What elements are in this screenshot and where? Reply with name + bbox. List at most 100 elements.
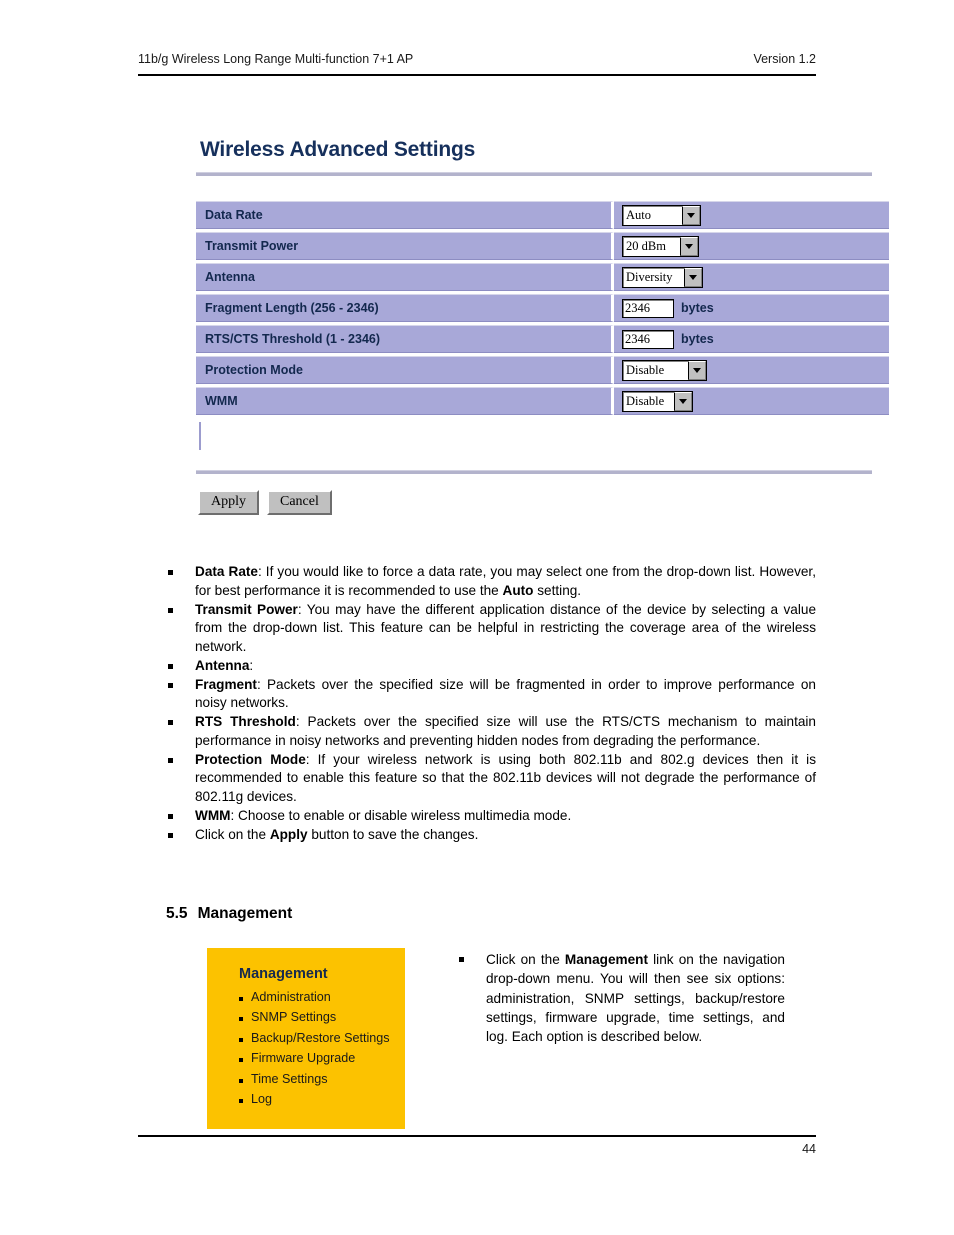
fragment-length-input[interactable]: 2346 [622,298,674,318]
table-row: Protection Mode Disable [196,356,889,384]
antenna-select-value: Diversity [626,269,673,284]
list-item: Click on the Management link on the navi… [455,950,785,1046]
note-lead: Click on the [486,952,565,967]
header-divider [138,74,816,76]
cancel-button[interactable]: Cancel [267,490,332,516]
panel-tail-spacer [196,418,872,470]
wireless-advanced-settings-panel: Wireless Advanced Settings Data Rate Aut… [196,138,889,516]
table-row: Data Rate Auto [196,201,889,229]
setting-label-data-rate: Data Rate [196,201,614,229]
antenna-select[interactable]: Diversity [622,266,703,288]
menu-item-snmp-settings[interactable]: SNMP Settings [239,1007,405,1027]
settings-description: Data Rate: If you would like to force a … [164,563,816,844]
table-row: Antenna Diversity [196,263,889,291]
list-item: RTS Threshold: Packets over the specifie… [164,713,816,751]
protection-mode-select-value: Disable [626,362,665,377]
value-wrapper: Auto [622,204,889,226]
page-footer: 44 [138,1135,816,1156]
management-note: Click on the Management link on the navi… [455,948,785,1046]
setting-value-fragment-length: 2346 bytes [614,294,889,322]
setting-value-protection-mode: Disable [614,356,889,384]
bullet-term: Data Rate [195,564,258,579]
list-item: WMM: Choose to enable or disable wireles… [164,807,816,826]
footer-divider [138,1135,816,1137]
setting-value-wmm: Disable [614,387,889,415]
panel-title: Wireless Advanced Settings [200,138,476,161]
setting-label-fragment-length: Fragment Length (256 - 2346) [196,294,614,322]
chevron-down-icon[interactable] [684,267,702,287]
setting-label-antenna: Antenna [196,263,614,291]
bullet-text-tail: button to save the changes. [307,826,479,842]
data-rate-select[interactable]: Auto [622,204,701,226]
management-note-list: Click on the Management link on the navi… [455,950,785,1046]
table-row: Fragment Length (256 - 2346) 2346 bytes [196,294,889,322]
setting-value-data-rate: Auto [614,201,889,229]
management-menu-box: Management Administration SNMP Settings … [207,948,405,1130]
bullet-text-tail: setting. [533,582,582,598]
chevron-down-icon[interactable] [680,236,698,256]
table-row: RTS/CTS Threshold (1 - 2346) 2346 bytes [196,325,889,353]
transmit-power-select[interactable]: 20 dBm [622,235,699,257]
bullet-term: Fragment [195,676,257,692]
section-heading-management: 5.5 Management [166,905,292,923]
bullet-text: : Packets over the specified size will b… [195,676,816,711]
list-item: Protection Mode: If your wireless networ… [164,751,816,807]
menu-item-log[interactable]: Log [239,1089,405,1109]
settings-bullet-list: Data Rate: If you would like to force a … [164,563,816,844]
wmm-select[interactable]: Disable [622,390,693,412]
list-item: Fragment: Packets over the specified siz… [164,676,816,714]
list-item: Data Rate: If you would like to force a … [164,563,816,601]
text-caret [199,422,201,450]
value-wrapper: 2346 bytes [622,329,889,349]
header-document-title: 11b/g Wireless Long Range Multi-function… [138,52,414,66]
setting-label-transmit-power: Transmit Power [196,232,614,260]
menu-item-time-settings[interactable]: Time Settings [239,1069,405,1089]
table-row: WMM Disable [196,387,889,415]
protection-mode-select[interactable]: Disable [622,359,707,381]
management-section: Management Administration SNMP Settings … [207,948,817,1130]
bullet-term: Apply [269,826,308,842]
note-term: Management [564,952,649,967]
settings-table-body: Data Rate Auto Transmit Power 20 dBm Ant… [196,201,889,415]
value-wrapper: Disable [622,359,889,381]
setting-label-rts-cts-threshold: RTS/CTS Threshold (1 - 2346) [196,325,614,353]
bullet-term: Transmit Power [195,601,298,617]
settings-table: Data Rate Auto Transmit Power 20 dBm Ant… [196,198,889,418]
data-rate-select-value: Auto [626,207,651,222]
bullet-term-emphasis: Auto [502,582,534,598]
list-item: Antenna: [164,657,816,676]
transmit-power-select-value: 20 dBm [626,238,666,253]
bullet-text-lead: Click on the [195,826,270,842]
value-wrapper: 20 dBm [622,235,889,257]
bullet-text: : Choose to enable or disable wireless m… [230,807,572,823]
bullet-text: : [249,657,254,673]
menu-item-backup-restore-settings[interactable]: Backup/Restore Settings [239,1028,405,1048]
page-header: 11b/g Wireless Long Range Multi-function… [138,52,816,76]
wmm-select-value: Disable [626,393,665,408]
chevron-down-icon[interactable] [682,205,700,225]
bullet-term: WMM [195,807,231,823]
section-title: Management [197,905,293,922]
value-wrapper: Diversity [622,266,889,288]
rts-cts-threshold-input[interactable]: 2346 [622,329,674,349]
header-version: Version 1.2 [753,52,816,66]
setting-value-antenna: Diversity [614,263,889,291]
value-wrapper: 2346 bytes [622,298,889,318]
rts-cts-threshold-unit: bytes [681,332,714,346]
list-item: Transmit Power: You may have the differe… [164,601,816,657]
menu-item-firmware-upgrade[interactable]: Firmware Upgrade [239,1048,405,1068]
list-item: Click on the Apply button to save the ch… [164,826,816,845]
management-menu-list: Administration SNMP Settings Backup/Rest… [207,987,405,1109]
management-menu-title: Management [239,966,328,982]
chevron-down-icon[interactable] [674,391,692,411]
bullet-term: RTS Threshold [195,714,296,729]
chevron-down-icon[interactable] [688,360,706,380]
value-wrapper: Disable [622,390,889,412]
panel-bottom-divider [196,470,872,474]
page-number: 44 [802,1142,816,1156]
setting-value-transmit-power: 20 dBm [614,232,889,260]
setting-value-rts-cts-threshold: 2346 bytes [614,325,889,353]
table-row: Transmit Power 20 dBm [196,232,889,260]
menu-item-administration[interactable]: Administration [239,987,405,1007]
apply-button[interactable]: Apply [198,490,259,516]
